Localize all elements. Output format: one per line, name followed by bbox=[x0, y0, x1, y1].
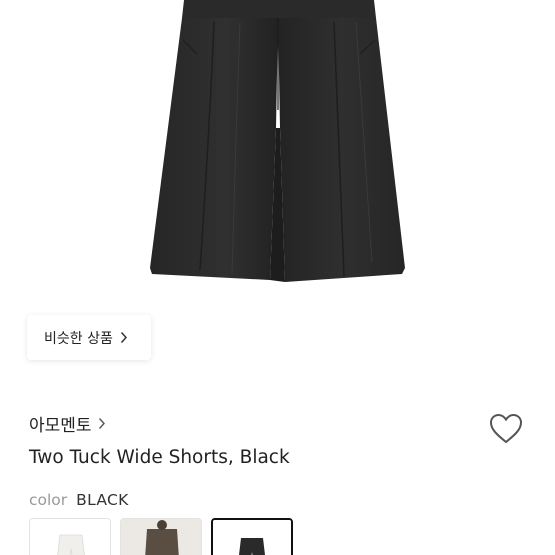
swatch-white[interactable] bbox=[29, 518, 111, 555]
swatch-brown[interactable] bbox=[120, 518, 202, 555]
color-label: color bbox=[29, 491, 68, 509]
brown-shorts-thumbnail bbox=[121, 519, 201, 555]
similar-products-label: 비슷한 상품 bbox=[44, 330, 113, 347]
color-selection-row: color BLACK bbox=[29, 491, 129, 509]
brand-name: 아모멘토 bbox=[29, 416, 92, 436]
color-value: BLACK bbox=[76, 491, 129, 509]
chevron-right-icon bbox=[120, 331, 128, 344]
swatch-black[interactable] bbox=[211, 518, 293, 555]
wishlist-heart-icon[interactable] bbox=[488, 411, 524, 447]
product-image[interactable] bbox=[0, 0, 555, 300]
chevron-right-icon bbox=[98, 417, 106, 430]
product-title: Two Tuck Wide Shorts, Black bbox=[29, 447, 290, 468]
white-shorts-thumbnail bbox=[30, 519, 110, 555]
black-shorts-thumbnail bbox=[213, 520, 291, 555]
brand-link[interactable]: 아모멘토 bbox=[29, 411, 106, 436]
color-swatch-list bbox=[29, 518, 293, 555]
shorts-image bbox=[150, 0, 405, 282]
similar-products-button[interactable]: 비슷한 상품 bbox=[27, 315, 151, 360]
product-detail-page: 비슷한 상품 아모멘토 Two Tuck Wide Shorts, Black … bbox=[0, 0, 555, 555]
